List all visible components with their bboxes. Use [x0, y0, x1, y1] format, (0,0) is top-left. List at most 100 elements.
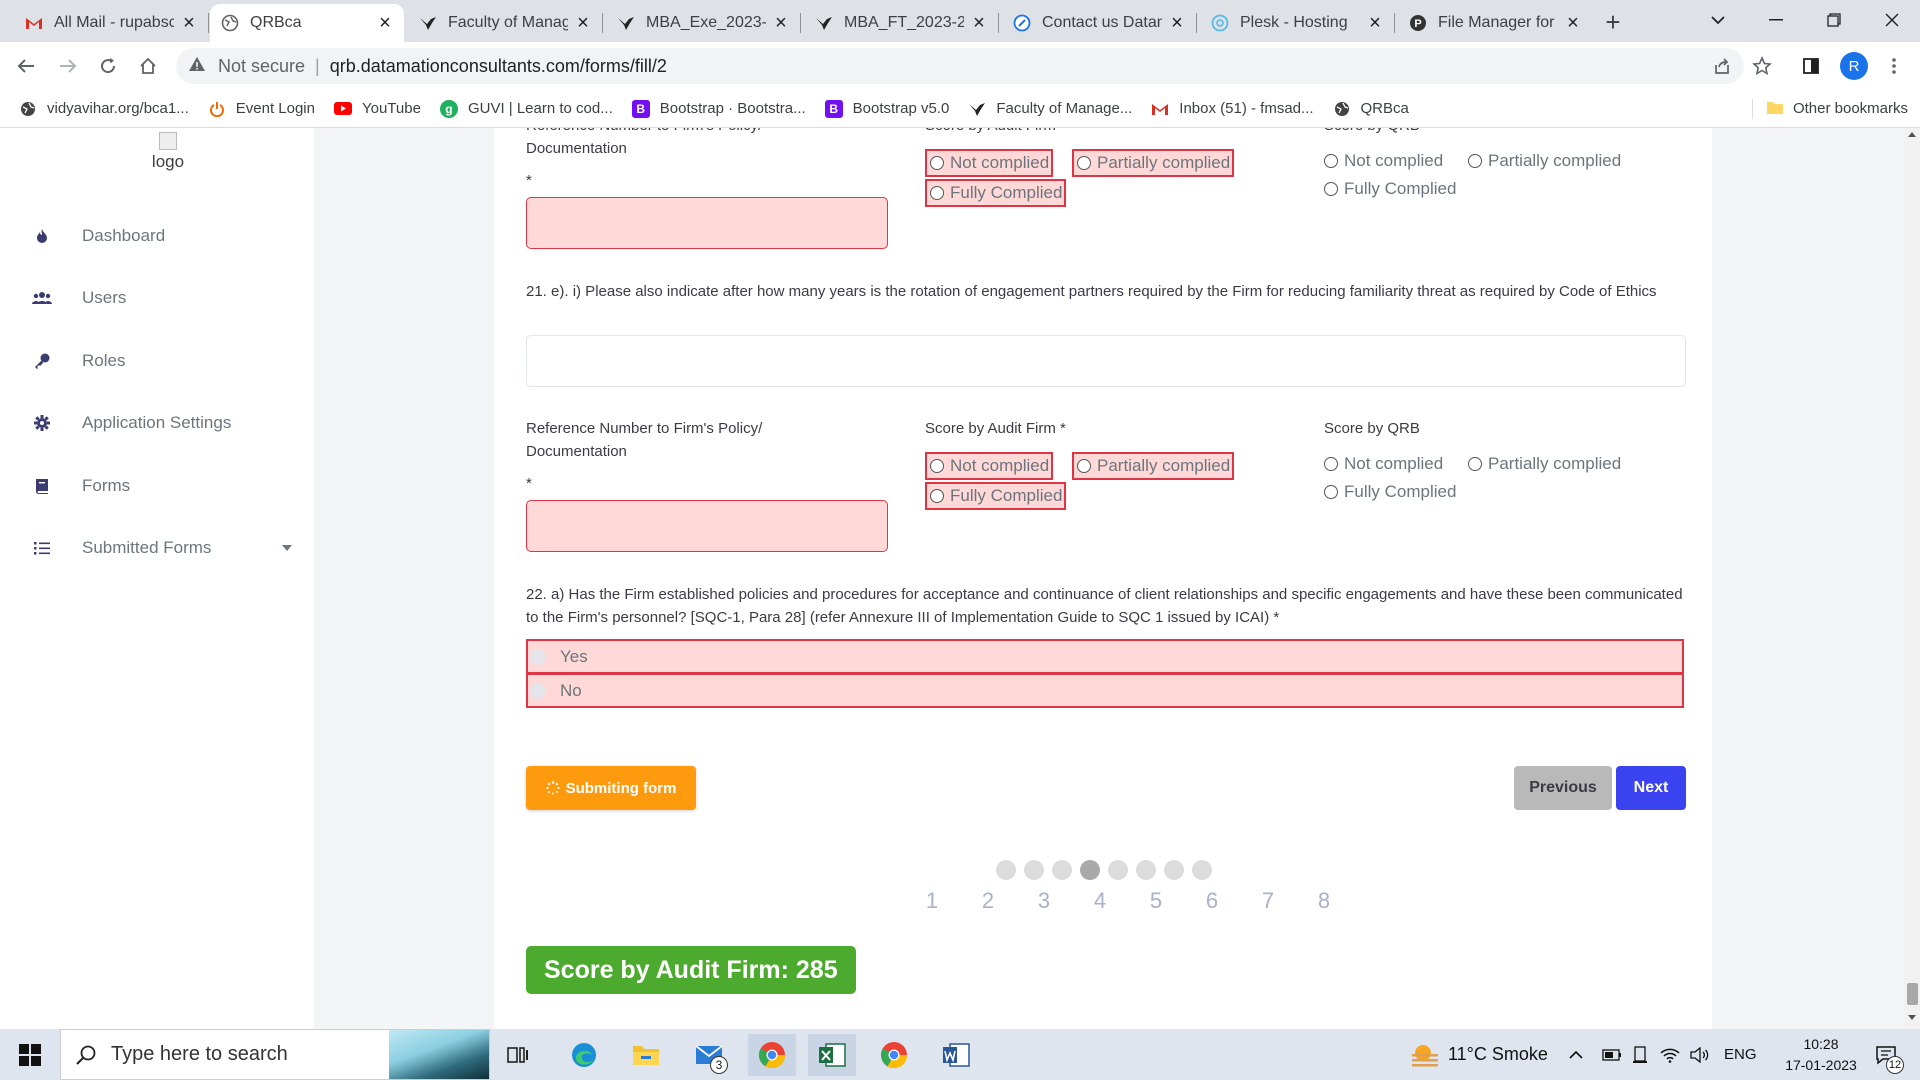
qrb-fully-complied-option[interactable]: Fully Complied [1324, 179, 1456, 199]
page-number[interactable]: 5 [1128, 888, 1184, 914]
scrollbar-thumb[interactable] [1907, 983, 1918, 1005]
clock[interactable]: 10:28 17-01-2023 [1776, 1029, 1866, 1080]
page-number[interactable]: 2 [960, 888, 1016, 914]
close-icon[interactable]: × [1168, 12, 1186, 34]
page-number[interactable]: 1 [904, 888, 960, 914]
audit-fully-complied-option[interactable]: Fully Complied [925, 179, 1067, 207]
qrb-not-complied-option[interactable]: Not complied [1324, 151, 1443, 171]
close-icon[interactable]: × [574, 12, 592, 34]
wifi-icon[interactable] [1660, 1029, 1680, 1080]
audit-not-complied-option[interactable]: Not complied [925, 149, 1054, 177]
tab-faculty[interactable]: Faculty of Manag × [408, 4, 603, 42]
address-bar[interactable]: Not secure | qrb.datamationconsultants.c… [176, 48, 1744, 84]
option-no[interactable]: No [526, 673, 1684, 708]
audit-partially-complied-option[interactable]: Partially complied [1072, 149, 1235, 177]
minimize-icon[interactable] [1748, 0, 1804, 40]
previous-button[interactable]: Previous [1514, 766, 1612, 810]
page-number[interactable]: 4 [1072, 888, 1128, 914]
tab-mba-exe[interactable]: MBA_Exe_2023-2 × [606, 4, 801, 42]
radio-button[interactable] [930, 156, 944, 170]
word-icon[interactable] [932, 1034, 980, 1076]
share-icon[interactable] [1708, 52, 1736, 80]
volume-icon[interactable] [1690, 1029, 1710, 1080]
language-indicator[interactable]: ENG [1724, 1029, 1757, 1080]
bookmark-youtube[interactable]: YouTube [333, 100, 421, 118]
chrome-icon[interactable] [870, 1034, 918, 1076]
close-icon[interactable]: × [1366, 12, 1384, 34]
step-dot[interactable] [996, 860, 1016, 880]
bookmark-inbox[interactable]: Inbox (51) - fmsad... [1151, 100, 1314, 118]
restore-icon[interactable] [1806, 0, 1862, 40]
radio-button[interactable] [1077, 459, 1091, 473]
sidebar-item-roles[interactable]: Roles [30, 341, 300, 381]
profile-avatar[interactable]: R [1840, 52, 1868, 80]
qrb-partially-complied-option[interactable]: Partially complied [1468, 151, 1621, 171]
windows-start-icon[interactable] [6, 1034, 54, 1076]
bookmark-guvi[interactable]: g GUVI | Learn to cod... [439, 99, 613, 118]
sidebar-item-dashboard[interactable]: Dashboard [30, 216, 300, 256]
battery-icon[interactable] [1602, 1029, 1622, 1080]
tab-file-manager[interactable]: P File Manager for × [1398, 4, 1592, 42]
submit-form-button[interactable]: Submiting form [526, 766, 696, 810]
page-number[interactable]: 8 [1296, 888, 1352, 914]
bookmark-qrbca[interactable]: QRBca [1333, 100, 1409, 118]
forward-arrow-icon[interactable] [54, 52, 82, 80]
new-tab-button[interactable]: + [1599, 7, 1627, 37]
next-button[interactable]: Next [1616, 766, 1686, 810]
page-number[interactable]: 7 [1240, 888, 1296, 914]
radio-button[interactable] [1324, 485, 1338, 499]
step-dot[interactable] [1192, 860, 1212, 880]
mail-icon[interactable]: 3 [686, 1034, 734, 1076]
bookmark-event-login[interactable]: Event Login [208, 100, 315, 118]
step-dot[interactable] [1108, 860, 1128, 880]
qrb-partially-complied-option[interactable]: Partially complied [1468, 454, 1621, 474]
home-icon[interactable] [134, 52, 162, 80]
sidebar-item-submitted-forms[interactable]: Submitted Forms [30, 528, 300, 568]
reference-number-input[interactable] [526, 197, 888, 249]
radio-button[interactable] [530, 682, 546, 699]
sidebar-item-application-settings[interactable]: Application Settings [30, 403, 300, 443]
reference-number-input-2[interactable] [526, 500, 888, 552]
chrome-profile-icon[interactable] [748, 1034, 796, 1076]
file-explorer-icon[interactable] [622, 1034, 670, 1076]
sidebar-item-forms[interactable]: Forms [30, 466, 300, 506]
radio-button[interactable] [1324, 457, 1338, 471]
radio-button[interactable] [1468, 154, 1482, 168]
tab-plesk[interactable]: Plesk - Hosting × [1200, 4, 1395, 42]
qrb-fully-complied-option[interactable]: Fully Complied [1324, 482, 1456, 502]
audit-partially-complied-option[interactable]: Partially complied [1072, 452, 1235, 480]
back-arrow-icon[interactable] [12, 52, 40, 80]
window-close-icon[interactable] [1864, 0, 1920, 40]
reload-icon[interactable] [94, 52, 122, 80]
bookmark-vidyavihar[interactable]: vidyavihar.org/bca1... [19, 100, 189, 118]
close-icon[interactable]: × [180, 12, 198, 34]
radio-button[interactable] [930, 459, 944, 473]
option-yes[interactable]: Yes [526, 639, 1684, 674]
sidebar-item-users[interactable]: Users [30, 278, 300, 318]
close-icon[interactable]: × [772, 12, 790, 34]
page-number[interactable]: 6 [1184, 888, 1240, 914]
rotation-years-input[interactable] [526, 335, 1686, 387]
side-panel-icon[interactable] [1797, 52, 1825, 80]
step-dot[interactable] [1052, 860, 1072, 880]
audit-not-complied-option[interactable]: Not complied [925, 452, 1054, 480]
step-dot[interactable] [1136, 860, 1156, 880]
show-hidden-icons[interactable] [1568, 1029, 1584, 1080]
radio-button[interactable] [1468, 457, 1482, 471]
radio-button[interactable] [930, 186, 944, 200]
task-view-icon[interactable] [494, 1034, 542, 1076]
tab-qrbca[interactable]: QRBca × [210, 4, 404, 42]
kebab-menu-icon[interactable] [1880, 52, 1908, 80]
qrb-not-complied-option[interactable]: Not complied [1324, 454, 1443, 474]
notification-icon[interactable]: 12 [1866, 1029, 1906, 1080]
tab-mba-ft[interactable]: MBA_FT_2023-25 × [804, 4, 999, 42]
page-number[interactable]: 3 [1016, 888, 1072, 914]
scroll-up-icon[interactable] [1908, 132, 1916, 137]
tab-search-chevron-icon[interactable] [1690, 0, 1746, 40]
edge-icon[interactable] [560, 1034, 608, 1076]
scrollbar[interactable] [1904, 128, 1920, 1029]
radio-button[interactable] [930, 489, 944, 503]
radio-button[interactable] [1324, 154, 1338, 168]
step-dot[interactable] [1024, 860, 1044, 880]
step-dot[interactable] [1080, 860, 1100, 880]
